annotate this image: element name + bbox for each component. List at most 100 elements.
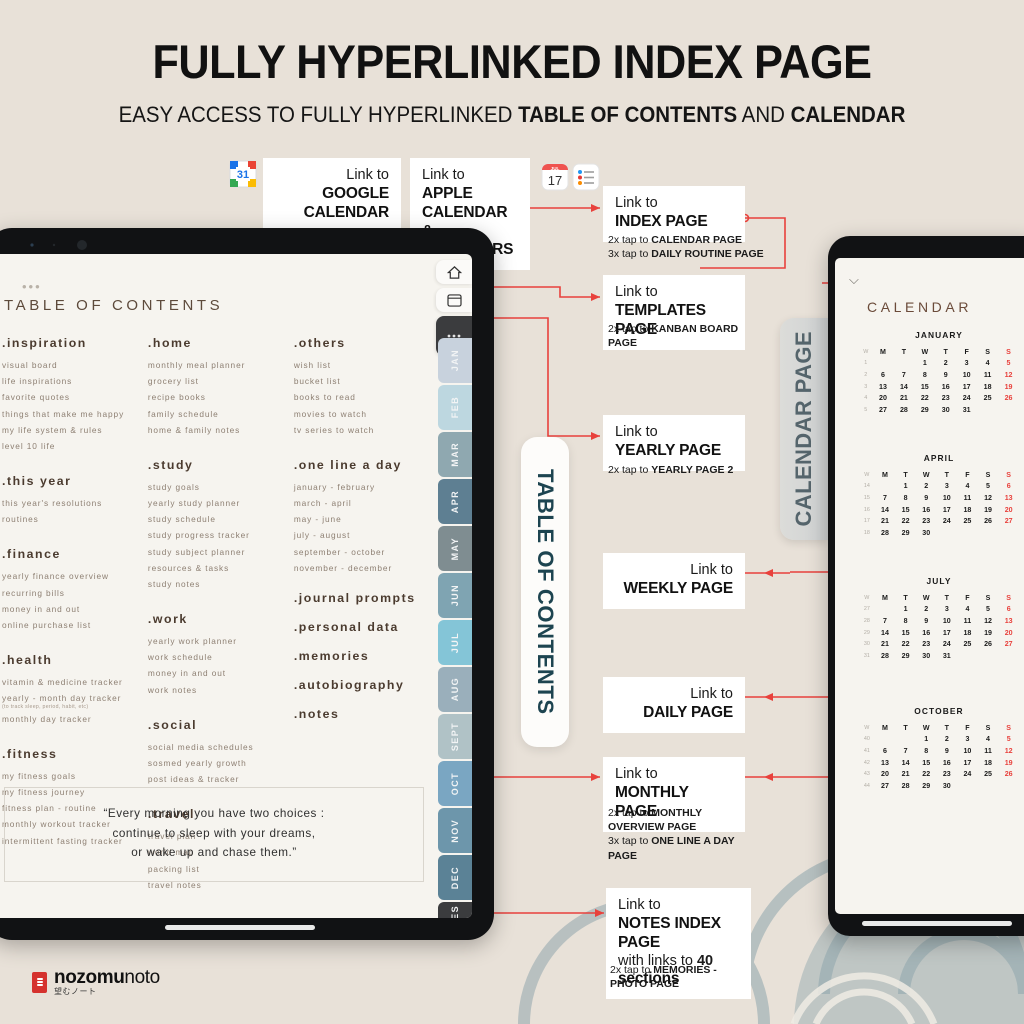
toc-item[interactable]: favorite quotes: [2, 389, 148, 405]
calendar-day[interactable]: 9: [916, 615, 937, 627]
month-tab-nov[interactable]: NOV: [438, 808, 472, 853]
calendar-day[interactable]: 3: [956, 358, 977, 370]
toc-section-title[interactable]: .others: [294, 336, 422, 350]
toc-section-title[interactable]: .notes: [294, 707, 422, 721]
calendar-day[interactable]: 30: [916, 650, 937, 662]
calendar-day[interactable]: 5: [978, 604, 999, 616]
calendar-day[interactable]: 14: [895, 757, 916, 769]
calendar-day[interactable]: 7: [875, 492, 896, 504]
calendar-day[interactable]: 16: [916, 504, 937, 516]
toc-item[interactable]: monthly day tracker: [2, 711, 148, 727]
calendar-day[interactable]: 10: [957, 745, 978, 757]
toc-section-title[interactable]: .this year: [2, 474, 148, 488]
toc-item[interactable]: post ideas & tracker: [148, 771, 294, 787]
toc-item[interactable]: books to read: [294, 389, 422, 405]
toc-section-title[interactable]: .home: [148, 336, 294, 350]
calendar-day[interactable]: 28: [895, 780, 916, 792]
calendar-day[interactable]: 26: [978, 638, 999, 650]
calendar-day[interactable]: 13: [998, 615, 1019, 627]
callout-google-calendar[interactable]: Link to GOOGLE CALENDAR: [263, 158, 401, 233]
calendar-day[interactable]: 7: [895, 745, 916, 757]
calendar-day[interactable]: 1: [916, 734, 937, 746]
calendar-day[interactable]: 27: [873, 404, 894, 416]
calendar-day[interactable]: 2: [916, 604, 937, 616]
toc-section-title[interactable]: .journal prompts: [294, 591, 422, 605]
calendar-day[interactable]: 4: [977, 358, 998, 370]
toc-section-title[interactable]: .autobiography: [294, 678, 422, 692]
calendar-day[interactable]: 6: [873, 369, 894, 381]
calendar-day[interactable]: 26: [998, 768, 1019, 780]
calendar-day[interactable]: 30: [916, 527, 937, 539]
calendar-day[interactable]: 21: [895, 768, 916, 780]
calendar-day[interactable]: 19: [978, 627, 999, 639]
calendar-day[interactable]: 23: [916, 515, 937, 527]
toc-section-title[interactable]: .finance: [2, 547, 148, 561]
calendar-day[interactable]: 19: [998, 757, 1019, 769]
calendar-day[interactable]: 30: [935, 404, 956, 416]
month-tab-may[interactable]: MAY: [438, 526, 472, 571]
calendar-day[interactable]: 29: [895, 527, 916, 539]
calendar-day[interactable]: 15: [914, 381, 935, 393]
calendar-day[interactable]: 2: [935, 358, 956, 370]
calendar-day[interactable]: 4: [978, 734, 999, 746]
toc-item[interactable]: sosmed yearly growth: [148, 755, 294, 771]
templates-icon-tab[interactable]: [436, 288, 472, 312]
calendar-day[interactable]: 28: [875, 527, 896, 539]
calendar-month-april[interactable]: APRIL W M T W T F S S 14 1 2 3 4 5 6 15 7 8 9 10 11 12 13 16 14 15…: [859, 453, 1019, 539]
toc-item[interactable]: money in and out: [2, 601, 148, 617]
screen-handle-dots[interactable]: •••: [22, 279, 42, 294]
calendar-day[interactable]: 8: [895, 492, 916, 504]
calendar-day[interactable]: 19: [998, 381, 1019, 393]
calendar-day[interactable]: 14: [893, 381, 914, 393]
calendar-day[interactable]: 18: [977, 381, 998, 393]
toc-item[interactable]: online purchase list: [2, 617, 148, 633]
calendar-day[interactable]: 21: [875, 515, 896, 527]
calendar-day[interactable]: 24: [937, 515, 958, 527]
calendar-day[interactable]: 21: [893, 392, 914, 404]
month-tab-dec[interactable]: DEC: [438, 855, 472, 900]
calendar-page-side-flap[interactable]: CALENDAR PAGE: [780, 318, 828, 540]
calendar-day[interactable]: 2: [937, 734, 958, 746]
calendar-day[interactable]: 17: [957, 757, 978, 769]
toc-item[interactable]: resources & tasks: [148, 560, 294, 576]
apple-reminders-icon[interactable]: [572, 163, 600, 191]
calendar-day[interactable]: 22: [916, 768, 937, 780]
toc-item[interactable]: tv series to watch: [294, 422, 422, 438]
calendar-day[interactable]: 23: [916, 638, 937, 650]
calendar-day[interactable]: 13: [875, 757, 896, 769]
toc-item[interactable]: march - april: [294, 495, 422, 511]
toc-item[interactable]: visual board: [2, 357, 148, 373]
calendar-day[interactable]: 15: [895, 504, 916, 516]
toc-item[interactable]: yearly finance overview: [2, 568, 148, 584]
calendar-day[interactable]: 14: [875, 504, 896, 516]
calendar-day[interactable]: 12: [998, 745, 1019, 757]
calendar-day[interactable]: 6: [998, 604, 1019, 616]
toc-item[interactable]: wish list: [294, 357, 422, 373]
calendar-day[interactable]: 10: [937, 492, 958, 504]
calendar-day[interactable]: 24: [937, 638, 958, 650]
back-icon[interactable]: ⌵: [849, 272, 859, 288]
calendar-day[interactable]: 20: [998, 627, 1019, 639]
month-tab-sept[interactable]: SEPT: [438, 714, 472, 759]
toc-item[interactable]: my fitness goals: [2, 768, 148, 784]
calendar-day[interactable]: 22: [895, 515, 916, 527]
toc-item[interactable]: july - august: [294, 527, 422, 543]
toc-item[interactable]: life inspirations: [2, 373, 148, 389]
calendar-day[interactable]: 20: [875, 768, 896, 780]
toc-item[interactable]: study goals: [148, 479, 294, 495]
calendar-day[interactable]: 11: [978, 745, 999, 757]
calendar-day[interactable]: 16: [937, 757, 958, 769]
calendar-day[interactable]: 27: [875, 780, 896, 792]
calendar-day[interactable]: 5: [978, 481, 999, 493]
toc-item[interactable]: home & family notes: [148, 422, 294, 438]
callout-daily-page[interactable]: Link to DAILY PAGE: [603, 677, 745, 733]
calendar-day[interactable]: 10: [956, 369, 977, 381]
calendar-day[interactable]: 3: [937, 604, 958, 616]
toc-section-title[interactable]: .inspiration: [2, 336, 148, 350]
calendar-day[interactable]: 24: [956, 392, 977, 404]
toc-item[interactable]: may - june: [294, 511, 422, 527]
toc-item[interactable]: money in and out: [148, 665, 294, 681]
toc-section-title[interactable]: .one line a day: [294, 458, 422, 472]
toc-item[interactable]: vitamin & medicine tracker: [2, 674, 148, 690]
calendar-day[interactable]: 25: [957, 515, 978, 527]
